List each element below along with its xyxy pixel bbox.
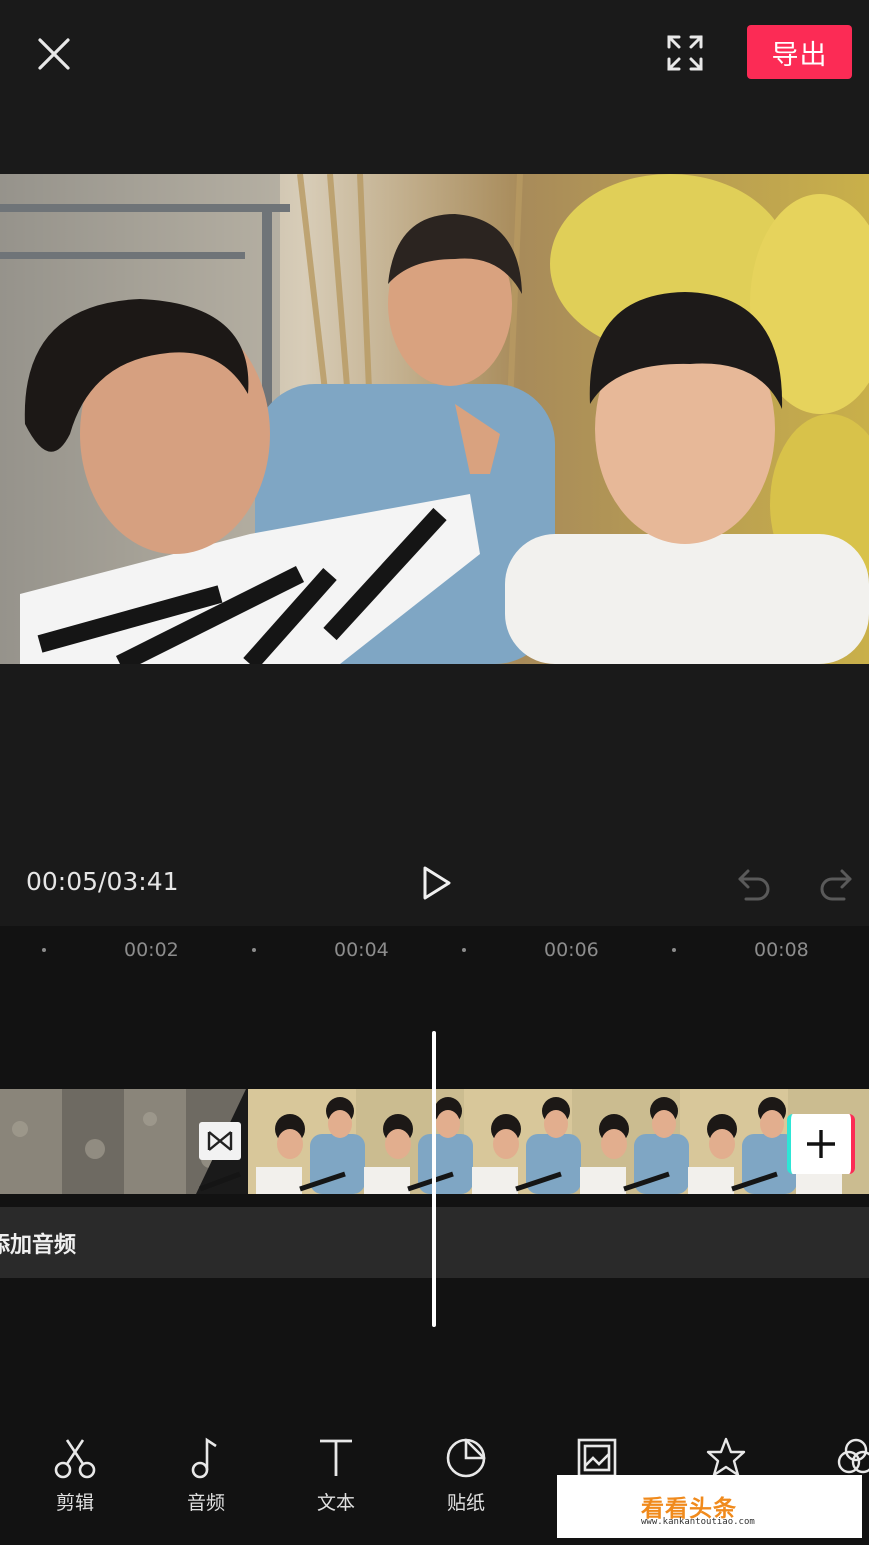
add-clip-button[interactable]: [787, 1114, 855, 1174]
watermark-url: www.kankantoutiao.com: [641, 1517, 755, 1527]
tool-text[interactable]: 文本: [286, 1436, 386, 1515]
top-bar: 导出: [0, 0, 869, 110]
fullscreen-button[interactable]: [663, 31, 707, 75]
fullscreen-icon: [667, 35, 703, 71]
time-readout: 00:05/03:41: [26, 867, 179, 896]
add-audio-label: 添加音频: [0, 1233, 77, 1258]
sticker-icon: [446, 1438, 486, 1478]
ruler-label: 00:04: [334, 939, 389, 961]
transition-icon: [207, 1131, 233, 1151]
playback-controls: 00:05/03:41: [0, 855, 869, 911]
ruler-label: 00:02: [124, 939, 179, 961]
undo-icon: [738, 869, 770, 901]
effects-star-icon: [706, 1437, 746, 1477]
time-ruler: 00:02 00:04 00:06 00:08: [0, 926, 869, 976]
watermark-logo: 看看头条 www.kankantoutiao.com: [557, 1475, 862, 1538]
tool-audio[interactable]: 音频: [156, 1436, 256, 1515]
picture-in-picture-icon: [577, 1438, 617, 1478]
filter-icon: [837, 1438, 869, 1474]
text-icon: [320, 1439, 352, 1476]
playhead[interactable]: [432, 1031, 436, 1327]
export-button[interactable]: 导出: [747, 25, 852, 79]
tool-label: 音频: [186, 1492, 225, 1514]
redo-icon: [820, 869, 852, 901]
close-icon: [38, 38, 70, 70]
tool-label: 剪辑: [55, 1492, 94, 1514]
play-button[interactable]: [416, 863, 456, 903]
scissors-icon: [54, 1439, 96, 1479]
tool-sticker[interactable]: 贴纸: [416, 1436, 516, 1515]
tool-picture-in-picture[interactable]: [547, 1436, 647, 1480]
ruler-dot: [672, 948, 676, 952]
plus-icon: [807, 1130, 835, 1158]
tool-edit[interactable]: 剪辑: [25, 1436, 125, 1515]
music-note-icon: [191, 1437, 217, 1479]
undo-button[interactable]: [734, 863, 774, 903]
ruler-label: 00:06: [544, 939, 599, 961]
transition-button[interactable]: [199, 1122, 241, 1160]
play-icon: [423, 866, 451, 900]
video-frame-image: [0, 174, 869, 664]
tool-label: 贴纸: [446, 1492, 485, 1514]
tool-label: 文本: [316, 1492, 355, 1514]
ruler-dot: [252, 948, 256, 952]
ruler-label: 00:08: [754, 939, 809, 961]
tool-effects[interactable]: [676, 1436, 776, 1480]
redo-button[interactable]: [816, 863, 856, 903]
timeline[interactable]: 00:02 00:04 00:06 00:08 加音频: [0, 926, 869, 1406]
close-button[interactable]: [32, 32, 76, 76]
ruler-dot: [462, 948, 466, 952]
ruler-dot: [42, 948, 46, 952]
video-preview[interactable]: [0, 174, 869, 664]
tool-filter[interactable]: [806, 1436, 869, 1480]
